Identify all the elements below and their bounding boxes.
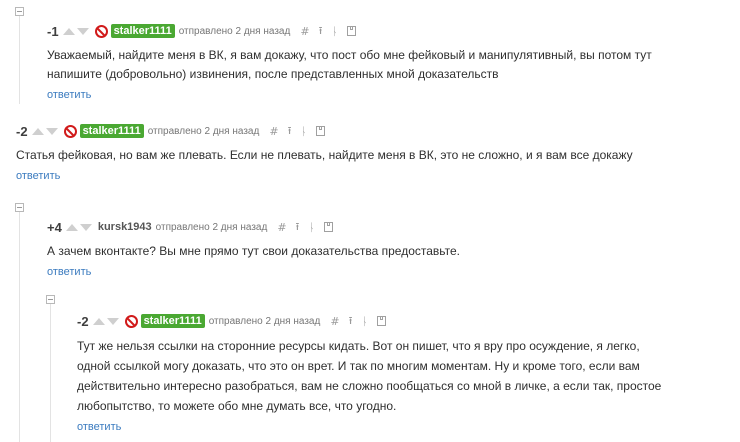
parent-link-icon[interactable]: ⭱ [288,122,292,141]
collapse-toggle[interactable] [15,203,24,212]
thread-icon[interactable]: ᚿ [308,221,315,234]
thread-icon[interactable]: ᚿ [300,125,307,138]
comment-time: отправлено 2 дня назад [147,125,260,137]
collapse-toggle[interactable] [15,7,24,16]
save-icon[interactable] [347,26,357,36]
upvote-icon[interactable] [62,27,75,35]
comment: -2 stalker1111 отправлено 2 дня назад # … [77,312,737,435]
comment-score: -2 [77,313,89,329]
downvote-icon[interactable] [45,127,58,135]
parent-link-icon[interactable]: ⭱ [349,312,353,331]
thread-line [50,304,51,442]
comment-author[interactable]: stalker1111 [140,314,205,328]
comment-author[interactable]: stalker1111 [110,24,175,38]
comment-time: отправлено 2 дня назад [155,221,268,233]
parent-link-icon[interactable]: ⭱ [296,218,300,237]
permalink-icon[interactable]: # [300,25,309,38]
comment-score: +4 [47,219,62,235]
permalink-icon[interactable]: # [330,315,339,328]
banned-icon [94,24,108,38]
comment-body: Тут же нельзя ссылки на сторонние ресурс… [77,336,737,416]
parent-link-icon[interactable]: ⭱ [319,22,323,41]
banned-icon [63,124,77,138]
save-icon[interactable] [324,222,333,232]
comment-author[interactable]: stalker1111 [79,124,144,138]
comment-score: -2 [16,123,28,139]
comment-line: любопытство, то можете обо мне думать вс… [77,399,397,413]
save-icon[interactable] [316,126,326,136]
comment-line: действительно интересно разобраться, вам… [77,379,662,393]
comment-score: -1 [47,23,59,39]
permalink-icon[interactable]: # [269,125,278,138]
comment-body: Уважаемый, найдите меня в ВК, я вам дока… [47,46,737,84]
comment-time: отправлено 2 дня назад [208,315,321,327]
comment-time: отправлено 2 дня назад [178,25,291,37]
comment-author[interactable]: kursk1943 [98,221,152,233]
upvote-icon[interactable] [31,127,44,135]
collapse-toggle[interactable] [46,295,55,304]
comment: -2 stalker1111 отправлено 2 дня назад # … [16,122,736,184]
downvote-icon[interactable] [106,317,119,325]
comment-line: Статья фейковая, но вам же плевать. Если… [16,148,633,162]
comment-header: -2 stalker1111 отправлено 2 дня назад # … [16,122,736,140]
comment-line: напишите (добровольно) извинения, после … [47,67,499,81]
downvote-icon[interactable] [76,27,89,35]
comment-header: -1 stalker1111 отправлено 2 дня назад # … [47,22,737,40]
thread-line [19,16,20,104]
reply-link[interactable]: ответить [77,421,121,433]
thread-line [19,212,20,442]
comment-body: Статья фейковая, но вам же плевать. Если… [16,146,736,165]
comment: +4 kursk1943 отправлено 2 дня назад # ⭱ … [47,218,737,280]
thread-icon[interactable]: ᚿ [331,25,338,38]
upvote-icon[interactable] [92,317,105,325]
upvote-icon[interactable] [65,223,78,231]
comment-header: -2 stalker1111 отправлено 2 дня назад # … [77,312,737,330]
save-icon[interactable] [377,316,387,326]
comment: -1 stalker1111 отправлено 2 дня назад # … [47,22,737,103]
comment-body: А зачем вконтакте? Вы мне прямо тут свои… [47,242,737,261]
banned-icon [124,314,138,328]
downvote-icon[interactable] [79,223,92,231]
comment-line: Уважаемый, найдите меня в ВК, я вам дока… [47,48,652,62]
reply-link[interactable]: ответить [47,89,91,101]
reply-link[interactable]: ответить [16,170,60,182]
comment-line: Тут же нельзя ссылки на сторонние ресурс… [77,339,640,353]
thread-icon[interactable]: ᚿ [361,315,368,328]
comment-header: +4 kursk1943 отправлено 2 дня назад # ⭱ … [47,218,737,236]
reply-link[interactable]: ответить [47,266,91,278]
comment-line: одной ссылкой могу доказать, что это он … [77,359,640,373]
comment-line: А зачем вконтакте? Вы мне прямо тут свои… [47,244,460,258]
permalink-icon[interactable]: # [277,221,286,234]
